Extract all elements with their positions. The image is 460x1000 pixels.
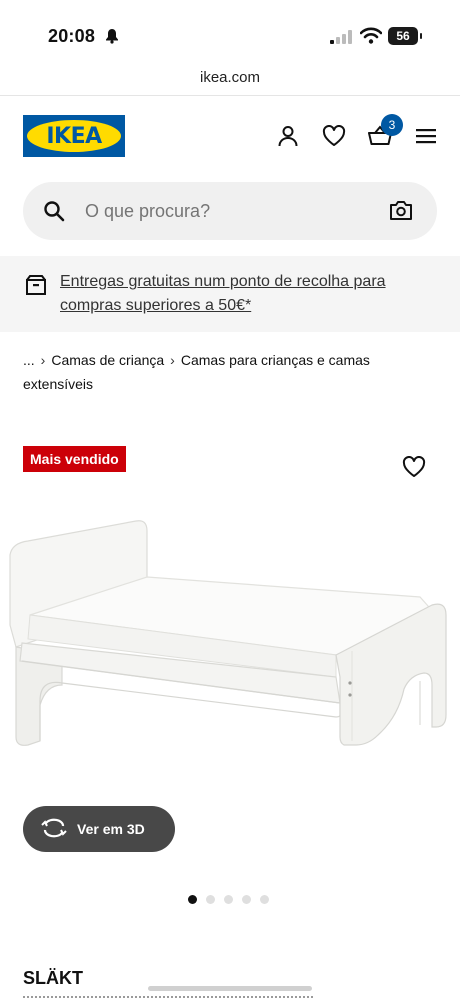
product-image-bed[interactable] bbox=[0, 505, 460, 775]
cut-off-text-line bbox=[23, 996, 313, 1000]
search-bar[interactable] bbox=[23, 182, 437, 240]
signal-icon bbox=[330, 30, 352, 49]
cart-count-badge: 3 bbox=[381, 114, 403, 136]
bell-muted-icon bbox=[104, 28, 120, 49]
delivery-promo-banner[interactable]: Entregas gratuitas num ponto de recolha … bbox=[0, 256, 460, 332]
camera-search-icon[interactable] bbox=[389, 199, 413, 226]
home-indicator[interactable] bbox=[148, 986, 312, 991]
status-time: 20:08 bbox=[48, 26, 96, 46]
add-to-favourites-heart-icon[interactable] bbox=[402, 455, 426, 483]
carousel-dot[interactable] bbox=[206, 895, 215, 904]
carousel-dot[interactable] bbox=[188, 895, 197, 904]
user-icon[interactable] bbox=[274, 122, 302, 150]
logo-text: IKEA bbox=[46, 123, 102, 149]
logo-oval: IKEA bbox=[27, 120, 121, 152]
site-header: IKEA 3 bbox=[0, 96, 460, 176]
promo-link[interactable]: Entregas gratuitas num ponto de recolha … bbox=[60, 270, 440, 318]
carousel-dot[interactable] bbox=[224, 895, 233, 904]
view-in-3d-label: Ver em 3D bbox=[77, 821, 145, 837]
best-seller-badge: Mais vendido bbox=[23, 446, 126, 472]
breadcrumb-chevron-icon: › bbox=[170, 352, 175, 368]
menu-icon[interactable] bbox=[412, 122, 440, 150]
image-carousel-dots bbox=[188, 895, 269, 904]
carousel-dot[interactable] bbox=[242, 895, 251, 904]
search-input[interactable] bbox=[85, 182, 375, 240]
wifi-icon bbox=[359, 27, 383, 50]
breadcrumb-item-camas-de-crianca[interactable]: Camas de criança bbox=[51, 352, 164, 368]
search-icon[interactable] bbox=[43, 200, 65, 227]
rotate-3d-icon bbox=[41, 818, 67, 841]
pickup-box-icon bbox=[24, 274, 48, 301]
product-name: SLÄKT bbox=[23, 968, 83, 988]
breadcrumb: ... › Camas de criança › Camas para crianças… bbox=[23, 348, 438, 396]
breadcrumb-chevron-icon: › bbox=[40, 352, 46, 368]
battery-icon: 56 bbox=[388, 27, 422, 45]
ikea-logo[interactable]: IKEA bbox=[23, 115, 125, 157]
status-bar: 20:08 56 bbox=[0, 0, 460, 62]
carousel-dot[interactable] bbox=[260, 895, 269, 904]
view-in-3d-button[interactable]: Ver em 3D bbox=[23, 806, 175, 852]
heart-icon[interactable] bbox=[320, 122, 348, 150]
breadcrumb-ellipsis[interactable]: ... bbox=[23, 352, 35, 368]
address-bar[interactable]: ikea.com bbox=[0, 64, 460, 96]
